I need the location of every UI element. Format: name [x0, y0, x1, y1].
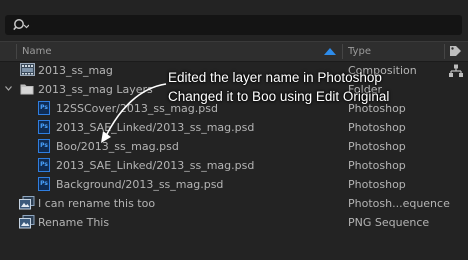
column-divider[interactable] — [342, 44, 343, 59]
list-item[interactable]: Ps 2013_SAE_Linked/2013_ss_mag.psd Photo… — [0, 156, 468, 175]
photoshop-file-icon: Ps — [38, 177, 50, 191]
flowchart-icon[interactable] — [449, 64, 463, 78]
image-sequence-icon — [19, 196, 35, 210]
column-header: Name Type — [0, 41, 468, 62]
item-name: 2013_ss_mag — [38, 64, 113, 77]
item-type: Photosh...equence — [348, 197, 450, 210]
composition-icon — [20, 63, 35, 76]
search-icon[interactable] — [13, 18, 29, 32]
item-type: Photoshop — [348, 159, 406, 172]
annotation-callout: Edited the layer name in Photoshop Chang… — [168, 68, 389, 106]
image-sequence-icon — [19, 215, 35, 229]
list-item[interactable]: I can rename this too Photosh...equence — [0, 194, 468, 213]
list-item[interactable]: Ps Boo/2013_ss_mag.psd Photoshop — [0, 137, 468, 156]
item-name: I can rename this too — [38, 197, 156, 210]
list-item[interactable]: Ps 2013_SAE_Linked/2013_ss_mag.psd Photo… — [0, 118, 468, 137]
item-name: 2013_SAE_Linked/2013_ss_mag.psd — [56, 159, 255, 172]
column-divider[interactable] — [16, 44, 17, 59]
item-type: Photoshop — [348, 178, 406, 191]
name-column-header[interactable]: Name — [22, 46, 52, 57]
chevron-down-icon[interactable] — [5, 85, 12, 92]
item-type: Photoshop — [348, 121, 406, 134]
search-field[interactable] — [5, 15, 462, 35]
column-divider[interactable] — [444, 44, 445, 59]
item-name: Boo/2013_ss_mag.psd — [56, 140, 179, 153]
item-type: Photoshop — [348, 140, 406, 153]
item-name: 2013_SAE_Linked/2013_ss_mag.psd — [56, 121, 255, 134]
label-tag-icon[interactable] — [449, 45, 462, 58]
list-item[interactable]: Ps Background/2013_ss_mag.psd Photoshop — [0, 175, 468, 194]
annotation-line-1: Edited the layer name in Photoshop — [168, 70, 382, 85]
item-type: PNG Sequence — [348, 216, 430, 229]
annotation-line-2: Changed it to Boo using Edit Original — [168, 89, 390, 104]
search-input[interactable] — [33, 17, 457, 34]
folder-icon — [20, 84, 34, 95]
photoshop-file-icon: Ps — [38, 158, 50, 172]
sort-ascending-icon[interactable] — [324, 48, 336, 55]
list-item[interactable]: Rename This PNG Sequence — [0, 213, 468, 232]
photoshop-file-icon: Ps — [38, 101, 50, 115]
type-column-header[interactable]: Type — [348, 46, 371, 57]
photoshop-file-icon: Ps — [38, 120, 50, 134]
photoshop-file-icon: Ps — [38, 139, 50, 153]
item-name: 2013_ss_mag Layers — [38, 83, 153, 96]
item-name: Rename This — [38, 216, 110, 229]
item-name: Background/2013_ss_mag.psd — [56, 178, 224, 191]
